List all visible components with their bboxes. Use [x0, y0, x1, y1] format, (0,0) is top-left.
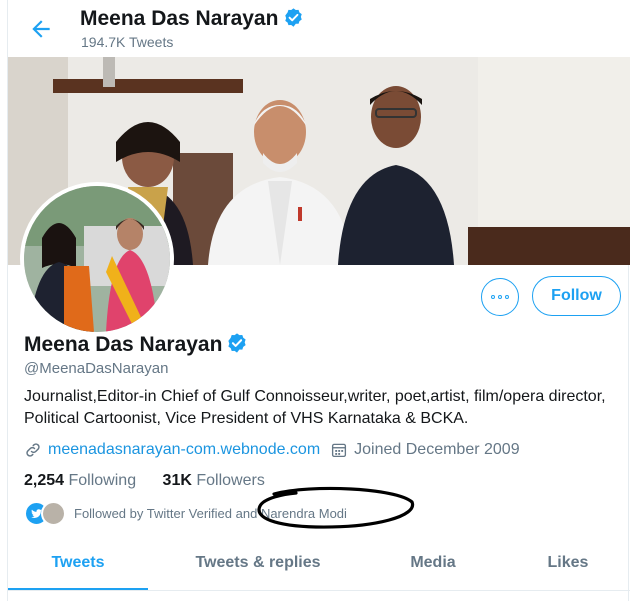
followers-label: Followers: [196, 472, 265, 489]
profile-meta: meenadasnarayan-com.webnode.com Joined D…: [24, 441, 520, 459]
header-title: Meena Das Narayan: [80, 7, 304, 31]
profile-frame: Meena Das Narayan 194.7K Tweets Follow M…: [7, 0, 630, 601]
follower-avatar: [41, 501, 66, 526]
more-icon-dot-1: [491, 295, 495, 299]
following-count-link[interactable]: 2,254 Following: [24, 472, 136, 489]
profile-handle: @MeenaDasNarayan: [24, 360, 169, 377]
link-icon: [26, 443, 40, 457]
profile-avatar[interactable]: [20, 182, 174, 336]
verified-badge-icon: [285, 8, 303, 27]
back-arrow-icon[interactable]: [28, 16, 54, 42]
profile-name-text: Meena Das Narayan: [24, 333, 223, 356]
following-label: Following: [68, 472, 137, 489]
followed-by-name: Narendra Modi: [260, 506, 347, 521]
top-bar: Meena Das Narayan 194.7K Tweets: [8, 0, 630, 57]
profile-name: Meena Das Narayan: [24, 332, 248, 357]
tab-media[interactable]: Media: [378, 536, 488, 590]
more-icon-dot-2: [498, 295, 502, 299]
followers-count: 31K: [162, 472, 192, 489]
profile-bio: Journalist,Editor-in Chief of Gulf Conno…: [24, 388, 606, 427]
profile-tabs: Tweets Tweets & replies Media Likes: [8, 536, 630, 591]
header-tweet-count: 194.7K Tweets: [81, 34, 174, 50]
header-name: Meena Das Narayan: [80, 7, 279, 30]
followed-by[interactable]: Followed by Twitter Verified and Narendr…: [24, 501, 347, 526]
calendar-icon: [332, 443, 347, 458]
tab-tweets[interactable]: Tweets: [8, 536, 148, 590]
more-options-button[interactable]: [481, 278, 519, 316]
tab-tweets-and-replies[interactable]: Tweets & replies: [178, 536, 338, 590]
following-count: 2,254: [24, 472, 65, 489]
avatar-photo: [24, 186, 170, 332]
followed-by-prefix: Followed by Twitter Verified and: [74, 506, 258, 521]
followers-count-link[interactable]: 31K Followers: [163, 472, 265, 489]
profile-joined-date: Joined December 2009: [354, 441, 520, 458]
follow-button[interactable]: Follow: [532, 276, 621, 316]
verified-badge-icon: [228, 333, 247, 353]
profile-website-link[interactable]: meenadasnarayan-com.webnode.com: [48, 441, 320, 459]
tab-likes[interactable]: Likes: [518, 536, 618, 590]
profile-counts: 2,254 Following 31K Followers: [24, 472, 265, 490]
more-icon-dot-3: [505, 295, 509, 299]
